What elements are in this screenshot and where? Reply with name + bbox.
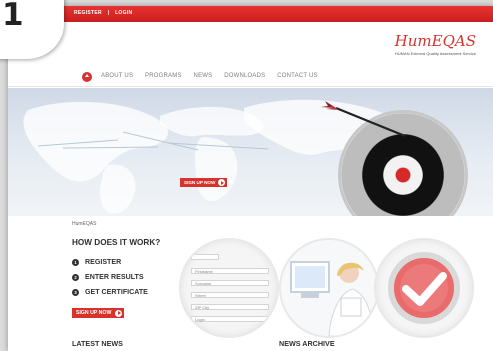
form-dropdown — [191, 254, 219, 260]
form-field-zip-city: ZIP City — [191, 304, 269, 310]
nav-item-news[interactable]: NEWS — [194, 73, 213, 79]
registration-form-preview: Firstname Surname Street ZIP City Login — [179, 238, 279, 338]
news-archive-heading[interactable]: NEWS ARCHIVE — [279, 339, 335, 348]
signup-main-label: SIGN UP NOW — [76, 310, 112, 316]
register-link[interactable]: REGISTER — [74, 10, 102, 16]
top-links: REGISTER | LOGIN — [74, 10, 136, 16]
play-icon — [218, 179, 225, 186]
main-nav: ABOUT US PROGRAMS NEWS DOWNLOADS CONTACT… — [8, 72, 493, 87]
step-get-certificate: 3 GET CERTIFICATE — [72, 288, 148, 296]
logo-tagline: HUMAN External Quality Assessment Servic… — [394, 51, 476, 56]
step-badge-number: 1 — [2, 0, 24, 33]
step-enter-results: 2 ENTER RESULTS — [72, 273, 148, 281]
page: REGISTER | LOGIN HumEQAS HUMAN External … — [8, 6, 493, 351]
how-it-works-section: HumEQAS HOW DOES IT WORK? 1 REGISTER 2 E… — [8, 216, 493, 351]
nav-item-downloads[interactable]: DOWNLOADS — [224, 73, 265, 79]
latest-news-heading[interactable]: LATEST NEWS — [72, 339, 123, 348]
logo-mark: HumEQAS — [394, 32, 476, 50]
breadcrumb: HumEQAS — [72, 221, 97, 227]
step-label-get-certificate: GET CERTIFICATE — [84, 288, 148, 296]
step-number-2: 2 — [72, 273, 79, 281]
lab-worker-illustration — [281, 240, 377, 336]
lab-worker-image — [279, 238, 379, 338]
signup-main-button[interactable]: SIGN UP NOW — [72, 308, 124, 318]
arrow-icon — [321, 101, 406, 138]
nav-items: ABOUT US PROGRAMS NEWS DOWNLOADS CONTACT… — [101, 73, 328, 79]
home-icon[interactable] — [82, 72, 92, 82]
logo[interactable]: HumEQAS HUMAN External Quality Assessmen… — [395, 32, 476, 56]
signup-hero-button[interactable]: SIGN UP NOW — [180, 178, 227, 187]
form-field-street: Street — [191, 292, 269, 298]
step-number-1: 1 — [72, 258, 79, 266]
step-label-enter-results: ENTER RESULTS — [84, 273, 144, 281]
step-label-register: REGISTER — [84, 258, 122, 266]
signup-hero-label: SIGN UP NOW — [184, 180, 216, 185]
form-field-login: Login — [191, 316, 269, 322]
step-number-3: 3 — [72, 288, 79, 296]
steps-list: 1 REGISTER 2 ENTER RESULTS 3 GET CERTIFI… — [72, 258, 148, 303]
nav-item-programs[interactable]: PROGRAMS — [145, 73, 182, 79]
form-field-firstname: Firstname — [191, 268, 269, 274]
section-heading: HOW DOES IT WORK? — [72, 238, 161, 247]
step-register: 1 REGISTER — [72, 258, 148, 266]
top-bar: REGISTER | LOGIN — [8, 6, 493, 22]
form-field-surname: Surname — [191, 280, 269, 286]
play-icon — [115, 309, 122, 317]
link-separator: | — [107, 10, 110, 16]
nav-item-about-us[interactable]: ABOUT US — [101, 73, 133, 79]
certificate-badge — [374, 238, 474, 338]
nav-item-contact-us[interactable]: CONTACT US — [277, 73, 317, 79]
checkmark-icon — [388, 252, 460, 324]
login-link[interactable]: LOGIN — [115, 10, 132, 16]
